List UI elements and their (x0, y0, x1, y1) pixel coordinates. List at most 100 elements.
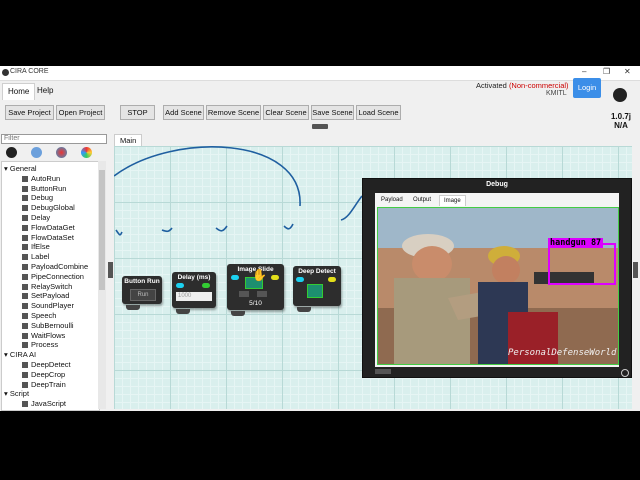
tree-item[interactable]: IfElse (22, 242, 50, 252)
delay-input-port[interactable] (176, 283, 184, 288)
tree-item-label: ButtonRun (31, 183, 67, 193)
tree-scroll-thumb[interactable] (99, 170, 105, 290)
node-type-icon (22, 273, 28, 280)
tree-item[interactable]: DebugGlobal (22, 203, 75, 213)
open-project-button[interactable]: Open Project (56, 105, 105, 120)
debug-tab-output[interactable]: Output (409, 195, 435, 205)
network-category-icon[interactable] (56, 147, 67, 158)
tree-item[interactable]: FlowDataSet (22, 233, 74, 243)
clear-scene-button[interactable]: Clear Scene (263, 105, 309, 120)
tree-category[interactable]: ▾ Script (4, 389, 29, 399)
debug-content: Payload Output Image handgun 87 Personal… (375, 193, 619, 367)
minimize-button[interactable]: – (582, 67, 586, 76)
load-scene-button[interactable]: Load Scene (356, 105, 401, 120)
wire-0 (115, 229, 123, 236)
tree-item[interactable]: JavaScript (22, 399, 66, 409)
tree-item[interactable]: ButtonRun (22, 184, 66, 194)
tree-item-label: General (9, 164, 37, 173)
wire-3 (283, 223, 294, 230)
tree-item-label: RelaySwitch (31, 281, 73, 291)
tree-category[interactable]: ▾ CIRA AI (4, 350, 36, 360)
node-type-icon (22, 371, 28, 378)
cira-category-icon[interactable] (6, 147, 17, 158)
palette-category-icon[interactable] (81, 147, 92, 158)
tree-item[interactable]: WaitFlows (22, 331, 65, 341)
tree-item[interactable]: DeepCrop (22, 370, 65, 380)
debug-tab-image[interactable]: Image (439, 195, 466, 206)
right-splitter-handle[interactable] (633, 262, 638, 278)
hand-cursor-icon: ✋ (252, 268, 267, 282)
tree-item[interactable]: PipeConnection (22, 272, 84, 282)
app-logo-icon (2, 69, 9, 76)
tree-item[interactable]: Process (22, 340, 58, 350)
tree-item[interactable]: AutoRun (22, 174, 60, 184)
tree-item-label: Process (31, 340, 59, 350)
app-window: CIRA CORE – ❐ ✕ Home Help Activated (Non… (0, 66, 640, 411)
save-project-button[interactable]: Save Project (5, 105, 54, 120)
tree-item[interactable]: Debug (22, 193, 53, 203)
tab-help[interactable]: Help (32, 83, 58, 99)
image-slide-input-port[interactable] (231, 275, 239, 280)
globe-category-icon[interactable] (31, 147, 42, 158)
node-deep-detect[interactable]: Deep Detect (293, 266, 341, 312)
tree-item[interactable]: FlowDataGet (22, 223, 75, 233)
tree-item[interactable]: Speech (22, 311, 56, 321)
tree-item[interactable]: RelaySwitch (22, 282, 72, 292)
license-type: (Non-commercial) (508, 81, 569, 90)
node-type-icon (22, 362, 28, 369)
debug-tab-payload[interactable]: Payload (377, 195, 407, 205)
toolbar: Save Project Open Project STOP Add Scene… (0, 102, 600, 122)
tree-category[interactable]: ▾ General (4, 164, 37, 174)
tree-item-label: PipeConnection (31, 271, 84, 281)
add-scene-button[interactable]: Add Scene (163, 105, 204, 120)
tree-item-label: Speech (31, 311, 57, 320)
next-image-button[interactable] (257, 291, 267, 297)
remove-scene-button[interactable]: Remove Scene (206, 105, 261, 120)
tree-item-label: AutoRun (31, 173, 61, 183)
license-prefix: Activated (476, 81, 509, 90)
tree-item-label: PayloadCombine (31, 262, 89, 271)
tree-item[interactable]: DeepDetect (22, 360, 71, 370)
tree-item-label: Label (31, 252, 50, 262)
debug-resize-handle[interactable] (375, 369, 391, 374)
tree-item[interactable]: SubBernoulli (22, 321, 74, 331)
node-deep-detect-foot (297, 307, 311, 312)
tree-item[interactable]: DeepTrain (22, 380, 66, 390)
debug-image: handgun 87 PersonalDefenseWorld (377, 207, 619, 365)
prev-image-button[interactable] (239, 291, 249, 297)
tree-item[interactable]: Label (22, 252, 49, 262)
license-org: KMITL (546, 90, 567, 97)
tree-item-label: DeepDetect (31, 360, 71, 369)
run-button[interactable]: Run (130, 289, 156, 301)
tree-item-label: CIRA AI (9, 350, 37, 360)
tree-item[interactable]: SetPayload (22, 291, 69, 301)
save-scene-button[interactable]: Save Scene (311, 105, 354, 120)
node-type-icon (22, 215, 28, 222)
debug-settings-icon[interactable] (621, 369, 629, 377)
stop-button[interactable]: STOP (120, 105, 155, 120)
node-delay[interactable]: Delay (ms) 1000 (172, 272, 216, 314)
node-type-icon (22, 293, 28, 300)
debug-window[interactable]: Debug Payload Output Image handgun 87 Pe… (362, 178, 632, 378)
close-button[interactable]: ✕ (624, 67, 631, 76)
tree-item[interactable]: Delay (22, 213, 50, 223)
maximize-button[interactable]: ❐ (603, 67, 610, 76)
delay-value-input[interactable]: 1000 (176, 292, 212, 301)
tab-home[interactable]: Home (2, 83, 36, 100)
tree-item[interactable]: SoundPlayer (22, 301, 74, 311)
filter-input[interactable] (1, 134, 107, 144)
tree-item-label: SubBernoulli (31, 320, 74, 330)
tree-item[interactable]: PayloadCombine (22, 262, 88, 272)
login-button[interactable]: Login (573, 78, 601, 98)
image-slide-output-port[interactable] (271, 275, 279, 280)
node-delay-title: Delay (ms) (177, 274, 211, 281)
node-type-icon (22, 322, 28, 329)
toolbar-collapse-handle[interactable] (312, 124, 328, 129)
sidebar-splitter-handle[interactable] (108, 262, 113, 278)
delay-status-port (202, 283, 210, 288)
deep-detect-input-port[interactable] (296, 277, 304, 282)
deep-detect-output-port[interactable] (328, 277, 336, 282)
node-button-run[interactable]: Button Run Run (122, 276, 162, 310)
tree-item-label: DebugGlobal (31, 203, 75, 213)
tree-item-label: SetPayload (31, 291, 70, 301)
